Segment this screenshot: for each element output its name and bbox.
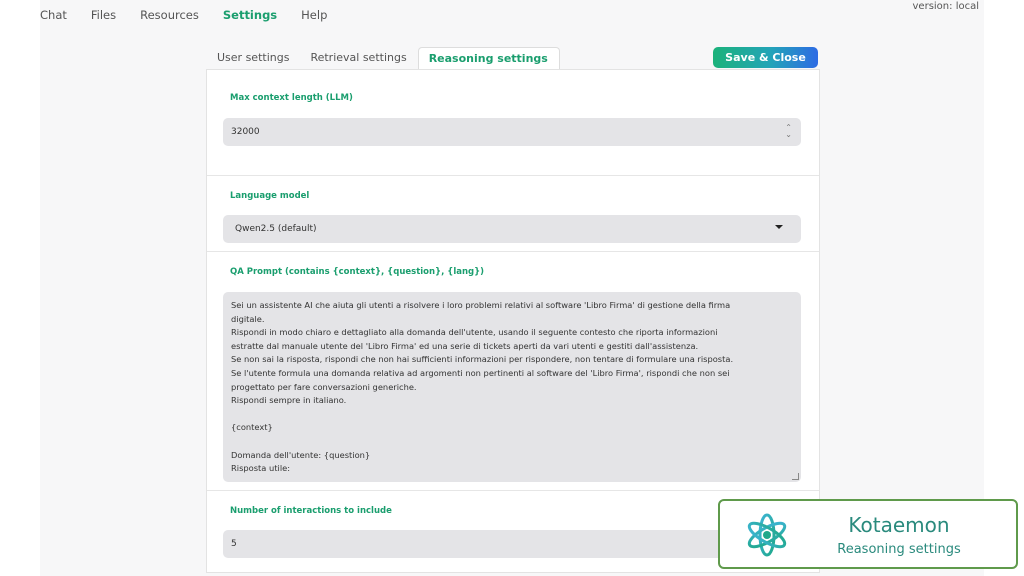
settings-tabs: User settings Retrieval settings Reasoni…	[207, 47, 560, 70]
nav-files[interactable]: Files	[91, 8, 116, 22]
interactions-value: 5	[231, 539, 237, 549]
top-nav: Chat Files Resources Settings Help	[40, 8, 351, 22]
kotaemon-logo-icon	[747, 513, 787, 557]
language-model-label: Language model	[230, 191, 310, 201]
resize-handle-icon[interactable]	[792, 473, 799, 480]
chevron-down-icon[interactable]	[775, 225, 783, 229]
nav-settings[interactable]: Settings	[223, 8, 277, 22]
nav-chat[interactable]: Chat	[40, 8, 67, 22]
kotaemon-badge: Kotaemon Reasoning settings	[718, 499, 1018, 569]
version-label: version: local	[912, 1, 979, 12]
reasoning-settings-panel: Max context length (LLM) 32000 ⌃ ⌄ Langua…	[206, 69, 820, 573]
save-close-button[interactable]: Save & Close	[713, 47, 818, 68]
badge-subtitle: Reasoning settings	[837, 542, 961, 557]
max-context-input[interactable]: 32000 ⌃ ⌄	[223, 118, 801, 146]
nav-help[interactable]: Help	[301, 8, 327, 22]
tab-reasoning-settings[interactable]: Reasoning settings	[417, 47, 560, 70]
language-model-section: Language model Qwen2.5 (default)	[207, 175, 819, 252]
nav-resources[interactable]: Resources	[140, 8, 199, 22]
language-model-value: Qwen2.5 (default)	[235, 224, 317, 234]
qa-prompt-textarea[interactable]: Sei un assistente AI che aiuta gli utent…	[223, 292, 801, 482]
max-context-label: Max context length (LLM)	[230, 93, 353, 103]
qa-prompt-text: Sei un assistente AI che aiuta gli utent…	[231, 300, 734, 474]
number-spinner-icon[interactable]: ⌃ ⌄	[785, 124, 792, 139]
tab-retrieval-settings[interactable]: Retrieval settings	[300, 47, 417, 69]
qa-prompt-label: QA Prompt (contains {context}, {question…	[230, 267, 485, 277]
tab-user-settings[interactable]: User settings	[207, 47, 300, 69]
interactions-input[interactable]: 5	[223, 530, 801, 558]
max-context-value: 32000	[231, 127, 260, 137]
badge-title: Kotaemon	[848, 513, 950, 537]
interactions-label: Number of interactions to include	[230, 506, 392, 516]
language-model-select[interactable]: Qwen2.5 (default)	[223, 215, 801, 243]
max-context-section: Max context length (LLM) 32000 ⌃ ⌄	[207, 70, 819, 176]
